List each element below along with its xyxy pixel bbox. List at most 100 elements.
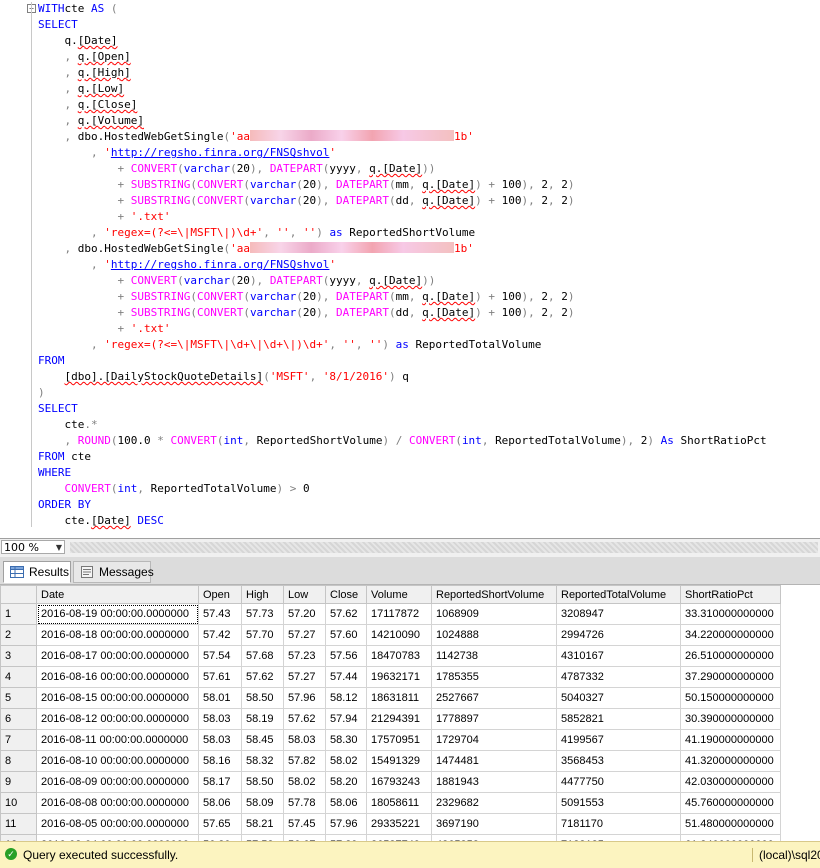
grid-cell[interactable]: 2016-08-17 00:00:00.0000000	[36, 645, 199, 667]
grid-cell[interactable]: 57.20	[283, 603, 326, 625]
grid-cell[interactable]: 1785355	[431, 666, 557, 688]
grid-cell[interactable]: 33.310000000000	[680, 603, 781, 625]
grid-cell[interactable]: 58.16	[198, 750, 242, 772]
grid-cell[interactable]: 29335221	[366, 813, 432, 835]
table-row[interactable]: 1 2016-08-19 00:00:00.0000000 57.43 57.73 57…	[0, 603, 781, 625]
grid-cell[interactable]: 58.03	[198, 729, 242, 751]
grid-cell[interactable]: 21294391	[366, 708, 432, 730]
grid-cell[interactable]: 57.60	[325, 624, 367, 646]
grid-cell[interactable]: 58.02	[283, 771, 326, 793]
table-row[interactable]: 5 2016-08-15 00:00:00.0000000 58.01 58.50 57…	[0, 687, 781, 709]
grid-cell[interactable]: 58.45	[241, 729, 284, 751]
grid-cell[interactable]: 2016-08-05 00:00:00.0000000	[36, 813, 199, 835]
grid-cell[interactable]: 3568453	[556, 750, 681, 772]
table-row[interactable]: 7 2016-08-11 00:00:00.0000000 58.03 58.45 58…	[0, 729, 781, 751]
grid-cell[interactable]: 4199567	[556, 729, 681, 751]
row-number[interactable]: 1	[0, 603, 37, 625]
grid-cell[interactable]: 41.190000000000	[680, 729, 781, 751]
grid-cell[interactable]: 26.510000000000	[680, 645, 781, 667]
grid-cell[interactable]: 58.20	[325, 771, 367, 793]
code-url-link[interactable]: http://regsho.finra.org/FNSQshvol	[111, 146, 330, 159]
grid-cell[interactable]: 1474481	[431, 750, 557, 772]
grid-cell[interactable]: 58.01	[198, 687, 242, 709]
zoom-dropdown[interactable]: 100 % ▼	[1, 540, 65, 554]
table-row[interactable]: 11 2016-08-05 00:00:00.0000000 57.65 58.21 5…	[0, 813, 781, 835]
grid-cell[interactable]: 5040327	[556, 687, 681, 709]
grid-cell[interactable]: 1778897	[431, 708, 557, 730]
tab-results[interactable]: Results	[3, 561, 71, 583]
grid-cell[interactable]: 57.78	[283, 792, 326, 814]
column-header[interactable]: Volume	[366, 585, 432, 604]
grid-cell[interactable]: 19632171	[366, 666, 432, 688]
grid-cell[interactable]: 57.56	[325, 645, 367, 667]
grid-cell[interactable]: 17570951	[366, 729, 432, 751]
grid-cell[interactable]: 18470783	[366, 645, 432, 667]
grid-cell[interactable]: 41.320000000000	[680, 750, 781, 772]
row-number[interactable]: 2	[0, 624, 37, 646]
grid-cell[interactable]: 58.50	[241, 687, 284, 709]
grid-cell[interactable]: 57.44	[325, 666, 367, 688]
grid-cell[interactable]: 30.390000000000	[680, 708, 781, 730]
column-header[interactable]: Close	[325, 585, 367, 604]
horizontal-scrollbar[interactable]	[70, 542, 818, 553]
row-number[interactable]: 7	[0, 729, 37, 751]
grid-cell[interactable]: 5091553	[556, 792, 681, 814]
grid-cell[interactable]: 2016-08-12 00:00:00.0000000	[36, 708, 199, 730]
grid-cell[interactable]: 57.62	[283, 708, 326, 730]
grid-cell[interactable]: 1068909	[431, 603, 557, 625]
grid-cell[interactable]: 2016-08-10 00:00:00.0000000	[36, 750, 199, 772]
query-text[interactable]: WITHcte AS ( SELECT q.[Date] , q.[Open] …	[38, 1, 767, 529]
row-number-header[interactable]	[0, 585, 37, 604]
grid-cell[interactable]: 57.82	[283, 750, 326, 772]
grid-cell[interactable]: 34.220000000000	[680, 624, 781, 646]
grid-cell[interactable]: 58.03	[198, 708, 242, 730]
grid-cell[interactable]: 57.94	[325, 708, 367, 730]
grid-cell[interactable]: 17117872	[366, 603, 432, 625]
grid-cell[interactable]: 57.96	[325, 813, 367, 835]
grid-cell[interactable]: 57.61	[198, 666, 242, 688]
grid-cell[interactable]: 2016-08-08 00:00:00.0000000	[36, 792, 199, 814]
grid-cell[interactable]: 57.73	[241, 603, 284, 625]
grid-cell[interactable]: 2329682	[431, 792, 557, 814]
grid-cell[interactable]: 2016-08-16 00:00:00.0000000	[36, 666, 199, 688]
grid-cell[interactable]: 57.42	[198, 624, 242, 646]
grid-cell[interactable]: 16793243	[366, 771, 432, 793]
grid-cell[interactable]: 58.12	[325, 687, 367, 709]
row-number[interactable]: 8	[0, 750, 37, 772]
sql-editor[interactable]: − WITHcte AS ( SELECT q.[Date] , q.[Open…	[0, 0, 820, 538]
grid-cell[interactable]: 57.68	[241, 645, 284, 667]
grid-cell[interactable]: 57.54	[198, 645, 242, 667]
row-number[interactable]: 4	[0, 666, 37, 688]
row-number[interactable]: 6	[0, 708, 37, 730]
column-header[interactable]: ShortRatioPct	[680, 585, 781, 604]
grid-cell[interactable]: 57.27	[283, 624, 326, 646]
grid-cell[interactable]: 57.23	[283, 645, 326, 667]
chevron-down-icon[interactable]: ▼	[56, 541, 62, 555]
grid-cell[interactable]: 4477750	[556, 771, 681, 793]
grid-cell[interactable]: 37.290000000000	[680, 666, 781, 688]
grid-cell[interactable]: 18058611	[366, 792, 432, 814]
grid-cell[interactable]: 2016-08-15 00:00:00.0000000	[36, 687, 199, 709]
grid-cell[interactable]: 1881943	[431, 771, 557, 793]
grid-cell[interactable]: 58.06	[325, 792, 367, 814]
grid-cell[interactable]: 2016-08-09 00:00:00.0000000	[36, 771, 199, 793]
grid-cell[interactable]: 15491329	[366, 750, 432, 772]
table-row[interactable]: 4 2016-08-16 00:00:00.0000000 57.61 57.62 57…	[0, 666, 781, 688]
grid-cell[interactable]: 58.06	[198, 792, 242, 814]
grid-cell[interactable]: 2994726	[556, 624, 681, 646]
column-header[interactable]: Date	[36, 585, 199, 604]
row-number[interactable]: 3	[0, 645, 37, 667]
table-row[interactable]: 3 2016-08-17 00:00:00.0000000 57.54 57.68 57…	[0, 645, 781, 667]
row-number[interactable]: 9	[0, 771, 37, 793]
grid-cell[interactable]: 2016-08-18 00:00:00.0000000	[36, 624, 199, 646]
table-row[interactable]: 8 2016-08-10 00:00:00.0000000 58.16 58.32 57…	[0, 750, 781, 772]
grid-cell[interactable]: 1142738	[431, 645, 557, 667]
grid-cell[interactable]: 14210090	[366, 624, 432, 646]
code-url-link[interactable]: http://regsho.finra.org/FNSQshvol	[111, 258, 330, 271]
grid-cell[interactable]: 57.96	[283, 687, 326, 709]
grid-cell[interactable]: 5852821	[556, 708, 681, 730]
results-grid[interactable]: Date Open High Low Close Volume ReportedShortV…	[0, 585, 820, 841]
grid-cell[interactable]: 18631811	[366, 687, 432, 709]
grid-cell[interactable]: 57.62	[241, 666, 284, 688]
grid-cell[interactable]: 3697190	[431, 813, 557, 835]
